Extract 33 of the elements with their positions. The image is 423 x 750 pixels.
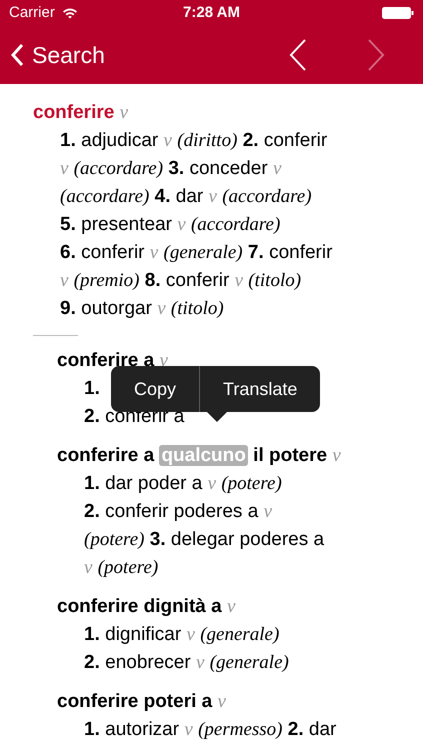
definition-line: 2. enobrecer v (generale) — [84, 651, 289, 675]
battery-icon — [382, 7, 414, 19]
headword: conferire dignità a — [57, 596, 222, 617]
definition-line: 1. dignificar v (generale) — [84, 623, 280, 647]
part-of-speech: v — [218, 691, 226, 712]
definition-line: v (premio) 8. conferir v (titolo) — [60, 269, 302, 293]
headword: conferire poteri a — [57, 691, 212, 712]
definition-line: 1. — [84, 377, 100, 401]
definition-line: 2. conferir poderes a v — [84, 500, 272, 524]
headword: qualcuno — [159, 445, 248, 466]
definition-line: (accordare) 4. dar v (accordare) — [60, 185, 312, 209]
definition-line: 5. presentear v (accordare) — [60, 213, 280, 237]
definition-line: v (accordare) 3. conceder v — [60, 157, 282, 181]
definition-line: 6. conferir v (generale) 7. conferir — [60, 241, 332, 265]
definition-line: 1. dar poder a v (potere) — [84, 472, 282, 496]
definition-line: v (potere) — [84, 556, 158, 580]
wifi-icon — [62, 7, 78, 19]
back-button[interactable]: Search — [10, 38, 105, 72]
part-of-speech: v — [332, 445, 341, 466]
definition-line: (potere) 3. delegar poderes a — [84, 528, 324, 552]
chevron-left-icon — [10, 43, 24, 67]
headword: il — [253, 445, 264, 466]
headword: conferire a — [57, 445, 154, 466]
part-of-speech: v — [120, 102, 128, 123]
definition-line: 9. outorgar v (titolo) — [60, 297, 224, 321]
headword: potere — [269, 445, 328, 466]
definition-line: 1. autorizar v (permesso) 2. dar — [84, 718, 336, 742]
definition-line: 1. adjudicar v (diritto) 2. conferir — [60, 129, 328, 153]
part-of-speech: v — [226, 596, 236, 617]
status-time: 7:28 AM — [183, 2, 240, 23]
menu-item[interactable]: Translate — [200, 366, 320, 412]
carrier-label: Carrier — [9, 2, 55, 23]
headword: conferire — [33, 102, 114, 123]
